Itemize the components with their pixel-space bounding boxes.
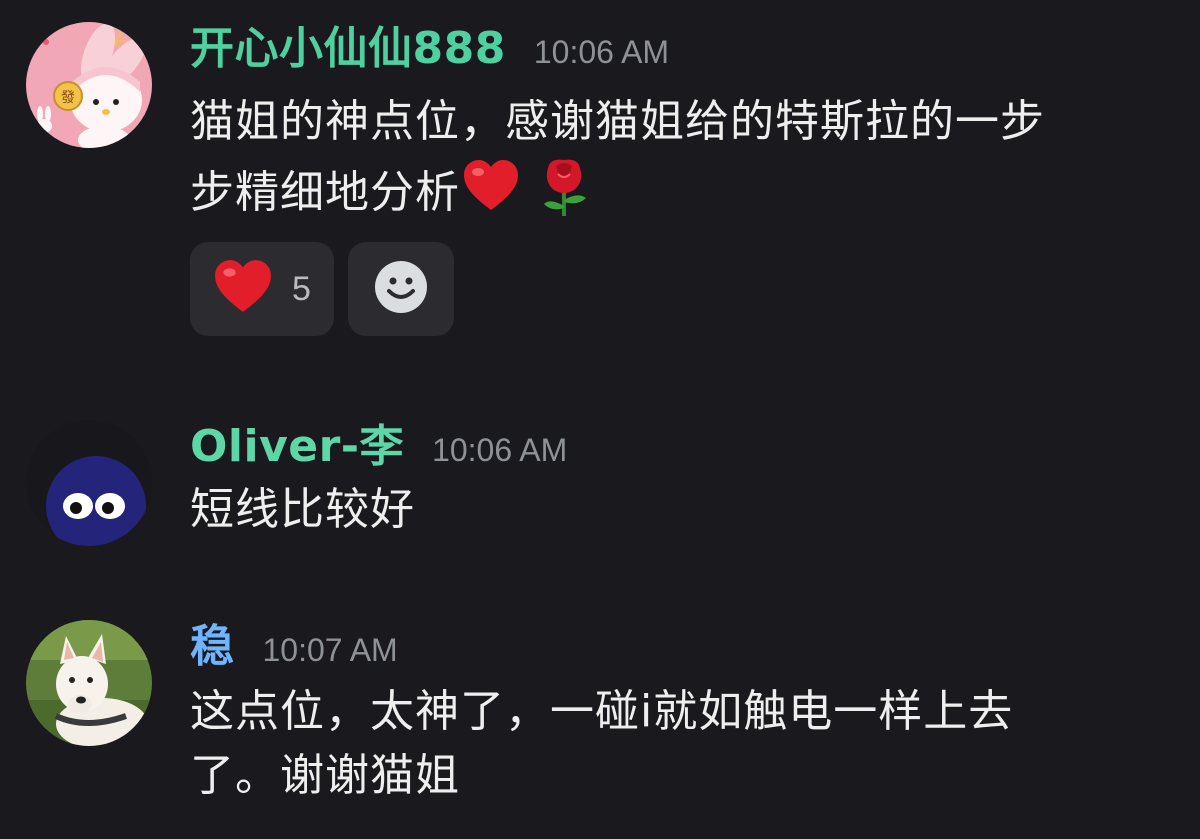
- smiley-add-reaction-icon: [373, 259, 429, 319]
- message-text-line: 猫姐的神点位，感谢猫姐给的特斯拉的一步: [190, 96, 1045, 147]
- message-text-line: 这点位，太神了，一碰i就如触电一样上去: [190, 686, 1014, 737]
- message-text-line-2: 了。谢谢猫姐: [190, 750, 460, 801]
- reaction-count: 5: [292, 269, 311, 308]
- message-text: 短线比较好: [190, 484, 415, 535]
- username[interactable]: Oliver-李: [190, 418, 404, 476]
- message-item: 稳 10:07 AM 这点位，太神了，一碰i就如触电一样上去 了。谢谢猫姐: [0, 600, 1200, 839]
- message-header: 稳 10:07 AM: [190, 618, 398, 679]
- message-header: 开心小仙仙888 10:06 AM: [190, 20, 669, 81]
- timestamp: 10:06 AM: [432, 432, 568, 468]
- heart-reaction-button[interactable]: 5: [190, 242, 334, 336]
- white-dog-avatar-icon[interactable]: [26, 620, 152, 746]
- message-content: 短线比较好: [190, 478, 1170, 542]
- svg-text:發: 發: [61, 90, 75, 106]
- message-item: Oliver-李 10:06 AM 短线比较好: [0, 400, 1200, 580]
- heart-emoji-icon: [462, 158, 520, 232]
- message-item: 發 开心小仙仙888 10:06 AM 猫姐的神点位，感谢猫姐给的特斯拉的一步 …: [0, 0, 1200, 360]
- message-content: 猫姐的神点位，感谢猫姐给的特斯拉的一步 步精细地分析: [190, 90, 1170, 236]
- message-text-line-2: 步精细地分析: [190, 154, 1170, 236]
- username[interactable]: 开心小仙仙888: [190, 20, 506, 78]
- heart-emoji-icon: [212, 258, 274, 320]
- message-content: 这点位，太神了，一碰i就如触电一样上去 了。谢谢猫姐: [190, 680, 1170, 808]
- message-text: 步精细地分析: [190, 167, 460, 218]
- add-reaction-button[interactable]: [348, 242, 454, 336]
- googly-eyes-avatar-icon[interactable]: [26, 420, 152, 546]
- username[interactable]: 稳: [190, 618, 235, 676]
- timestamp: 10:07 AM: [262, 632, 398, 668]
- rose-emoji-icon: [536, 154, 592, 236]
- timestamp: 10:06 AM: [533, 34, 670, 70]
- reactions-bar: 5: [190, 242, 454, 336]
- melody-avatar-icon[interactable]: 發: [26, 22, 152, 148]
- message-header: Oliver-李 10:06 AM: [190, 418, 567, 479]
